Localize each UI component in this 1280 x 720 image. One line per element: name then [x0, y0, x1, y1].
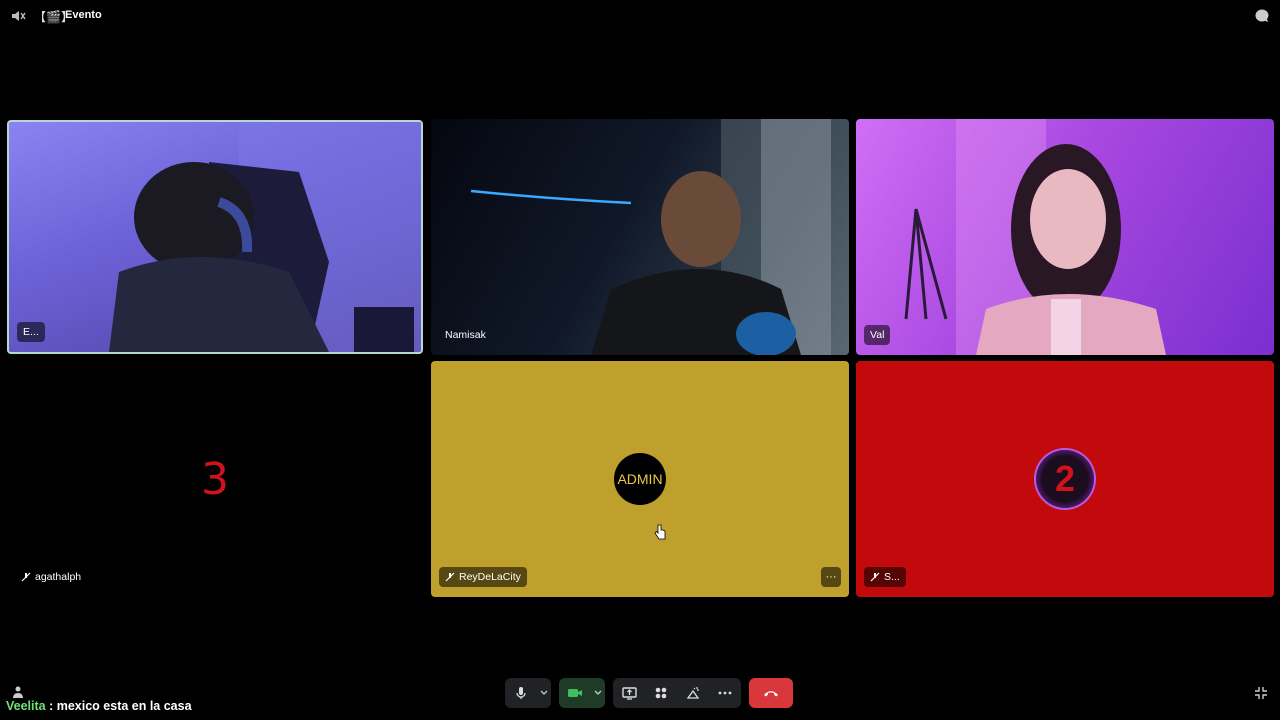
microphone-icon[interactable]	[505, 678, 537, 708]
participant-tile-val[interactable]: Val	[856, 119, 1274, 355]
activity-icon[interactable]	[11, 685, 25, 699]
participant-name-tag: E...	[17, 322, 45, 342]
chevron-down-icon[interactable]	[591, 678, 605, 708]
collapse-icon[interactable]	[1254, 686, 1268, 700]
participant-name: Namisak	[445, 329, 486, 341]
participant-tile-e[interactable]: E...	[7, 120, 423, 354]
call-controls	[505, 678, 793, 708]
video-stream	[109, 122, 421, 352]
chat-message-text: mexico esta en la casa	[56, 699, 192, 713]
channel-title: Evento	[65, 9, 102, 21]
video-stream	[904, 119, 1166, 355]
participant-name: agathalph	[35, 571, 82, 583]
hand-cursor-icon	[654, 524, 666, 540]
participant-tile-namisak[interactable]: Namisak	[431, 119, 849, 355]
participant-name-tag: Namisak	[439, 325, 492, 345]
screen-share-icon[interactable]	[613, 678, 645, 708]
camera-control	[559, 678, 605, 708]
participant-name: Val	[870, 329, 885, 341]
soundboard-icon[interactable]	[677, 678, 709, 708]
participant-name-tag: ReyDeLaCity	[439, 567, 527, 587]
participant-avatar: 2	[1036, 450, 1094, 508]
chat-separator: :	[45, 699, 57, 713]
video-stream	[470, 119, 849, 355]
muted-mic-icon	[445, 572, 455, 582]
participant-name-tag: agathalph	[15, 567, 87, 587]
activities-icon[interactable]	[645, 678, 677, 708]
chat-overlay-message: Veelita : mexico esta en la casa	[6, 699, 192, 713]
participant-name-tag: Val	[864, 325, 891, 345]
participant-avatar: ADMIN	[614, 453, 666, 505]
camera-icon[interactable]	[559, 678, 591, 708]
participant-name: E...	[23, 326, 39, 338]
muted-mic-icon	[870, 572, 880, 582]
participant-tile-agathalph[interactable]: 3 agathalph	[7, 361, 423, 597]
hang-up-icon	[764, 691, 778, 697]
participant-avatar: 3	[201, 453, 229, 505]
participant-name: S...	[884, 571, 900, 583]
participant-name: ReyDeLaCity	[459, 571, 521, 583]
muted-mic-icon	[21, 572, 31, 582]
participant-tile-s[interactable]: 2 S...	[856, 361, 1274, 597]
speaker-icon[interactable]	[10, 8, 26, 24]
top-bar: 【🎬】 Evento	[0, 0, 1280, 32]
chevron-down-icon[interactable]	[537, 678, 551, 708]
participant-tile-reydelacity[interactable]: ADMIN ReyDeLaCity ···	[431, 361, 849, 597]
action-controls	[613, 678, 741, 708]
chat-icon[interactable]	[1254, 8, 1270, 24]
hang-up-button[interactable]	[749, 678, 793, 708]
more-icon[interactable]	[709, 678, 741, 708]
chat-username: Veelita	[6, 699, 46, 713]
microphone-control	[505, 678, 551, 708]
tile-more-button[interactable]: ···	[821, 567, 841, 587]
participant-name-tag: S...	[864, 567, 906, 587]
